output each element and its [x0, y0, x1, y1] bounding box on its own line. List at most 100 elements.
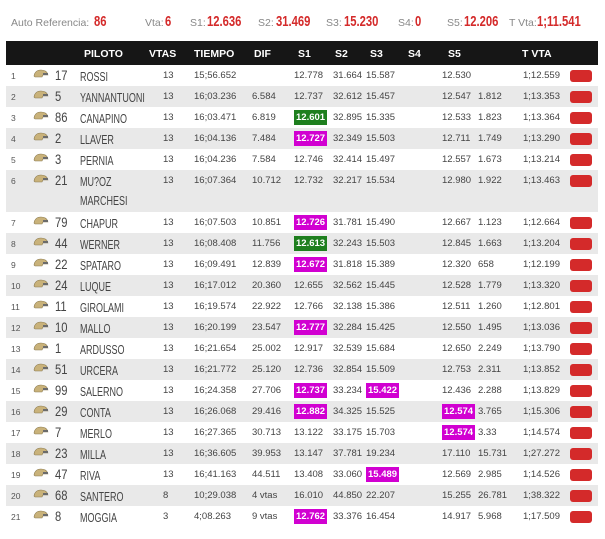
cell-name: MALLO: [80, 322, 111, 336]
cell-name: ARDUSSO: [80, 343, 125, 357]
row-detail-button[interactable]: [570, 490, 592, 502]
cell-num: 21: [55, 172, 68, 188]
cell-dif: 11.756: [252, 238, 281, 249]
table-row: 8 44 WERNER 13 16;08.408 11.756 12.613 32.243 15…: [6, 233, 598, 254]
cell-s3: 15.335: [366, 112, 396, 123]
row-detail-button[interactable]: [570, 259, 592, 271]
header-s5[interactable]: S5: [448, 48, 461, 60]
row-detail-button[interactable]: [570, 217, 592, 229]
row-detail-button[interactable]: [570, 469, 592, 481]
cell-num: 1: [55, 340, 62, 356]
cell-s5: 12.436: [442, 385, 472, 396]
cell-name: MILLA: [80, 448, 107, 462]
row-detail-button[interactable]: [570, 448, 592, 460]
helmet-icon: [32, 214, 50, 228]
cell-s3: 15.445: [366, 280, 396, 291]
cell-name: CONTA: [80, 406, 111, 420]
row-detail-button[interactable]: [570, 385, 592, 397]
cell-name: LUQUE: [80, 280, 112, 294]
row-detail-button[interactable]: [570, 322, 592, 334]
table-row: 11 11 GIROLAMI 13 16;19.574 22.922 12.766 32.13…: [6, 296, 598, 317]
cell-name: MU?OZ MARCHESI: [80, 175, 128, 208]
table-row: 1 17 ROSSI 13 15;56.652 12.778 31.664 15.587 12.…: [6, 65, 598, 86]
cell-s2: 33.234: [333, 385, 363, 396]
row-detail-button[interactable]: [570, 112, 592, 124]
table-row: 5 3 PERNIA 13 16;04.236 7.584 12.746 32.414 15.4…: [6, 149, 598, 170]
cell-num: 11: [55, 298, 67, 314]
cell-name: ROSSI: [80, 70, 109, 84]
row-detail-button[interactable]: [570, 280, 592, 292]
row-detail-button[interactable]: [570, 364, 592, 376]
table-row: 13 1 ARDUSSO 13 16;21.654 25.002 12.917 32.539 1…: [6, 338, 598, 359]
s4-value: 0: [415, 13, 422, 30]
table-row: 2 5 YANNANTUONI 13 16;03.236 6.584 12.737 32.61…: [6, 86, 598, 107]
cell-num: 23: [55, 445, 68, 461]
cell-vtas: 13: [163, 133, 174, 144]
cell-dif: 7.584: [252, 154, 276, 165]
row-detail-button[interactable]: [570, 301, 592, 313]
cell-name: SPATARO: [80, 259, 122, 273]
cell-pos: 17: [11, 428, 21, 438]
cell-tiempo: 4;08.263: [194, 511, 231, 522]
cell-vtas: 13: [163, 364, 174, 375]
header-s3[interactable]: S3: [370, 48, 383, 60]
row-detail-button[interactable]: [570, 175, 592, 187]
header-vtas[interactable]: VTAS: [149, 48, 176, 60]
header-tiempo[interactable]: TIEMPO: [194, 48, 234, 60]
cell-num: 24: [55, 277, 68, 293]
cell-s2: 33.175: [333, 427, 363, 438]
cell-s3: 15.489: [366, 467, 400, 482]
cell-s3: 15.497: [366, 154, 396, 165]
cell-dif: 6.819: [252, 112, 276, 123]
cell-d5: 2.311: [478, 364, 502, 375]
cell-pos: 10: [11, 281, 21, 291]
row-detail-button[interactable]: [570, 343, 592, 355]
s2-label: S2:: [258, 17, 274, 29]
header-s4[interactable]: S4: [408, 48, 421, 60]
cell-s5: 12.569: [442, 469, 472, 480]
cell-pos: 18: [11, 449, 21, 459]
cell-s1: 12.917: [294, 343, 324, 354]
cell-tvta: 1;27.272: [523, 448, 560, 459]
table-row: 9 22 SPATARO 13 16;09.491 12.839 12.672 31.818 1…: [6, 254, 598, 275]
row-detail-button[interactable]: [570, 406, 592, 418]
row-detail-button[interactable]: [570, 238, 592, 250]
header-piloto[interactable]: PILOTO: [84, 48, 123, 60]
cell-num: 5: [55, 88, 62, 104]
cell-s2: 32.243: [333, 238, 363, 249]
cell-s5: 12.574: [442, 425, 476, 440]
cell-tiempo: 16;08.408: [194, 238, 237, 249]
row-detail-button[interactable]: [570, 427, 592, 439]
tvta-label: T Vta:: [509, 17, 537, 29]
header-s1[interactable]: S1: [298, 48, 311, 60]
cell-dif: 10.851: [252, 217, 282, 228]
cell-s5: 12.711: [442, 133, 471, 144]
cell-s1: 12.727: [294, 131, 328, 146]
cell-s5: 12.528: [442, 280, 472, 291]
cell-dif: 29.416: [252, 406, 282, 417]
cell-d5: 1.673: [478, 154, 502, 165]
row-detail-button[interactable]: [570, 133, 592, 145]
cell-s3: 15.457: [366, 91, 396, 102]
cell-pos: 4: [11, 134, 16, 144]
cell-vtas: 13: [163, 70, 174, 81]
cell-s2: 32.612: [333, 91, 363, 102]
header-tvta[interactable]: T VTA: [522, 48, 552, 60]
header-dif[interactable]: DIF: [254, 48, 271, 60]
cell-tvta: 1;13.204: [523, 238, 560, 249]
cell-d5: 15.731: [478, 448, 508, 459]
row-detail-button[interactable]: [570, 154, 592, 166]
cell-d5: 5.968: [478, 511, 502, 522]
cell-num: 7: [55, 424, 62, 440]
cell-s2: 34.325: [333, 406, 363, 417]
row-detail-button[interactable]: [570, 70, 592, 82]
vta-value: 6: [165, 13, 172, 30]
table-row: 10 24 LUQUE 13 16;17.012 20.360 12.655 32.562 15…: [6, 275, 598, 296]
cell-vtas: 13: [163, 469, 174, 480]
header-s2[interactable]: S2: [335, 48, 348, 60]
row-detail-button[interactable]: [570, 511, 592, 523]
cell-s5: 12.320: [442, 259, 472, 270]
cell-d5: 26.781: [478, 490, 508, 501]
table-row: 3 86 CANAPINO 13 16;03.471 6.819 12.601 32.895 1…: [6, 107, 598, 128]
row-detail-button[interactable]: [570, 91, 592, 103]
